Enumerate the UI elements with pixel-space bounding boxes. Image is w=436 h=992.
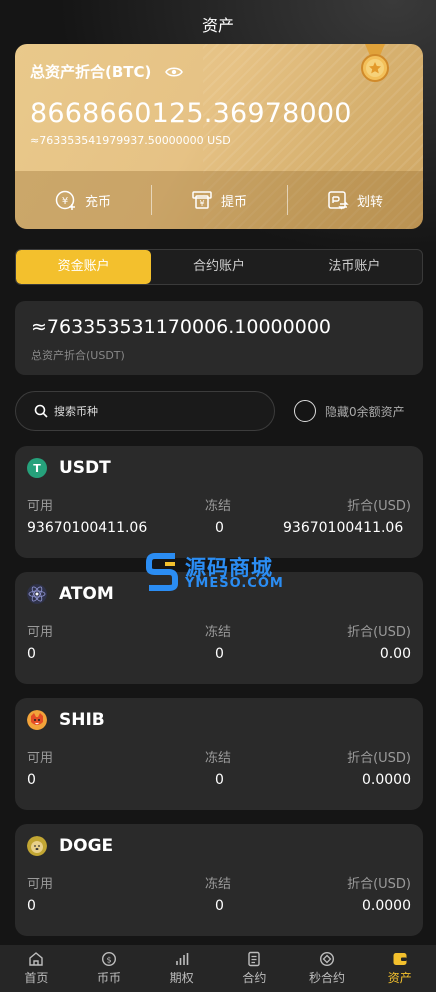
usd-value: 0.00 <box>379 646 411 662</box>
document-icon <box>248 951 261 967</box>
bars-icon <box>175 953 188 965</box>
transfer-button[interactable]: 划转 <box>287 171 423 229</box>
frozen-value: 0 <box>215 646 224 662</box>
wallet-icon <box>393 953 407 965</box>
coin-name: SHIB <box>59 710 105 730</box>
available-label: 可用 <box>27 499 54 514</box>
coin-card-usdt[interactable]: T USDT 可用 冻结 折合(USD) 93670100411.06 0 93… <box>15 446 423 558</box>
assets-page: 资产 总资产折合(BTC) 8668660125.36978000 ≈76335… <box>0 0 436 992</box>
svg-text:$: $ <box>106 956 111 965</box>
hide-zero-toggle[interactable]: 隐藏0余额资产 <box>294 400 405 422</box>
target-icon <box>320 951 335 967</box>
atom-logo-icon <box>27 584 47 604</box>
card-actions: ¥ 充币 ¥ 提币 划转 <box>15 171 423 229</box>
transfer-label: 划转 <box>356 194 383 210</box>
tabbar-home-label: 首页 <box>24 971 49 985</box>
tabbar-contract-label: 合约 <box>242 971 267 985</box>
medal-icon <box>361 44 389 82</box>
eye-icon[interactable] <box>165 66 184 78</box>
total-assets-btc-amount: 8668660125.36978000 <box>30 98 352 129</box>
tab-fiat-account[interactable]: 法币账户 <box>287 250 422 284</box>
svg-text:¥: ¥ <box>199 199 204 208</box>
available-label: 可用 <box>27 751 54 766</box>
coin-card-doge[interactable]: DOGE 可用 冻结 折合(USD) 0 0 0.0000 <box>15 824 423 936</box>
coin-search[interactable] <box>15 391 275 431</box>
coin-header: T USDT <box>27 458 111 478</box>
hide-zero-label: 隐藏0余额资产 <box>325 404 405 419</box>
transfer-icon <box>328 191 349 210</box>
usdt-logo-icon: T <box>27 458 47 478</box>
usd-value: 0.0000 <box>362 772 411 788</box>
tab-funding-account[interactable]: 资金账户 <box>16 250 152 284</box>
search-icon <box>34 404 48 418</box>
coin-card-shib[interactable]: SHIB 可用 冻结 折合(USD) 0 0 0.0000 <box>15 698 423 810</box>
deposit-icon: ¥ <box>55 190 75 210</box>
tabbar-contract[interactable]: 合约 <box>218 945 291 992</box>
frozen-label: 冻结 <box>205 625 232 640</box>
value-label: 折合(USD) <box>347 499 411 514</box>
card-label-row: 总资产折合(BTC) <box>30 61 184 82</box>
available-value: 0 <box>27 898 36 914</box>
watermark-subtitle: YMESO.COM <box>185 576 284 591</box>
tabbar-second-contract[interactable]: 秒合约 <box>291 945 364 992</box>
total-usdt-box: ≈763353531170006.10000000 总资产折合(USDT) <box>15 301 423 375</box>
withdraw-icon: ¥ <box>192 191 212 209</box>
hide-zero-radio[interactable] <box>294 400 316 422</box>
deposit-button[interactable]: ¥ 充币 <box>15 171 151 229</box>
bottom-tabbar: 首页 $ 币币 期权 合约 秒合约 资产 <box>0 945 436 992</box>
tabbar-home[interactable]: 首页 <box>0 945 73 992</box>
frozen-value: 0 <box>215 898 224 914</box>
available-value: 93670100411.06 <box>27 520 148 536</box>
search-input[interactable] <box>54 404 244 418</box>
tabbar-assets[interactable]: 资产 <box>363 945 436 992</box>
usd-value: 93670100411.06 <box>283 520 404 536</box>
coin-name: DOGE <box>59 836 114 856</box>
tab-contract-account[interactable]: 合约账户 <box>151 250 286 284</box>
frozen-label: 冻结 <box>205 877 232 892</box>
coin-header: DOGE <box>27 836 113 856</box>
available-value: 0 <box>27 772 36 788</box>
svg-text:¥: ¥ <box>62 196 68 207</box>
total-assets-card: 总资产折合(BTC) 8668660125.36978000 ≈76335354… <box>15 44 423 229</box>
coin-icon: $ <box>101 951 117 967</box>
total-usdt-label: 总资产折合(USDT) <box>31 349 125 362</box>
shib-logo-icon <box>27 710 47 730</box>
withdraw-button[interactable]: ¥ 提币 <box>151 171 287 229</box>
usd-value: 0.0000 <box>362 898 411 914</box>
value-label: 折合(USD) <box>347 877 411 892</box>
value-label: 折合(USD) <box>347 751 411 766</box>
available-label: 可用 <box>27 877 54 892</box>
withdraw-label: 提币 <box>220 194 247 210</box>
frozen-value: 0 <box>215 772 224 788</box>
tabbar-assets-label: 资产 <box>387 971 412 985</box>
value-label: 折合(USD) <box>347 625 411 640</box>
tabbar-coin-label: 币币 <box>97 971 122 985</box>
tabbar-options[interactable]: 期权 <box>145 945 218 992</box>
watermark: 源码商城 YMESO.COM <box>145 548 295 606</box>
coin-name: USDT <box>59 458 111 478</box>
coin-header: ATOM <box>27 584 114 604</box>
tabbar-options-label: 期权 <box>169 971 194 985</box>
doge-logo-icon <box>27 836 47 856</box>
frozen-label: 冻结 <box>205 499 232 514</box>
coin-header: SHIB <box>27 710 105 730</box>
account-tabs: 资金账户 合约账户 法币账户 <box>15 249 423 285</box>
total-assets-usd: ≈763353541979937.50000000 USD <box>30 134 231 147</box>
frozen-label: 冻结 <box>205 751 232 766</box>
frozen-value: 0 <box>215 520 224 536</box>
total-usdt-amount: ≈763353531170006.10000000 <box>31 316 331 338</box>
coin-name: ATOM <box>59 584 114 604</box>
tabbar-coin[interactable]: $ 币币 <box>73 945 146 992</box>
deposit-label: 充币 <box>84 194 111 210</box>
available-label: 可用 <box>27 625 54 640</box>
watermark-logo-icon <box>146 553 178 591</box>
home-icon <box>29 952 44 966</box>
tabbar-second-contract-label: 秒合约 <box>309 971 346 985</box>
available-value: 0 <box>27 646 36 662</box>
total-assets-btc-label: 总资产折合(BTC) <box>30 63 152 81</box>
page-title: 资产 <box>201 16 234 35</box>
